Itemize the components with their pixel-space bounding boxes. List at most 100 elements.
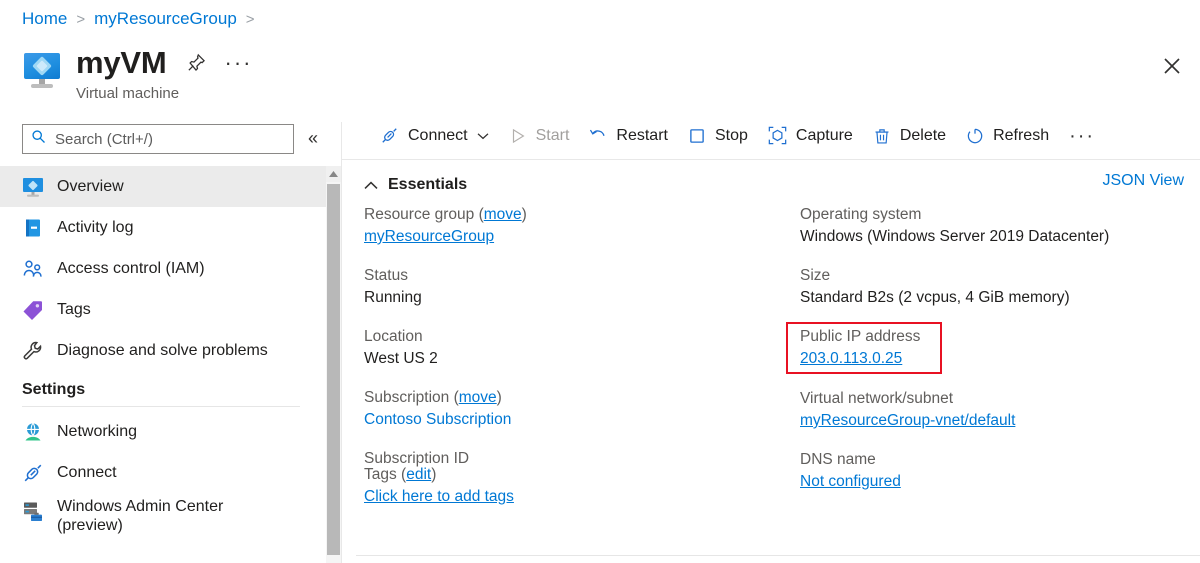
field-value: Standard B2s (2 vcpus, 4 GiB memory)	[800, 286, 1200, 309]
public-ip-link[interactable]: 203.0.113.0.25	[800, 350, 902, 367]
tags-label: Tags (edit)	[364, 464, 784, 485]
sidebar-section-divider	[22, 406, 300, 407]
dns-name-link[interactable]: Not configured	[800, 473, 901, 490]
essentials-toggle[interactable]: Essentials	[364, 176, 467, 194]
field-value: Windows (Windows Server 2019 Datacenter)	[800, 225, 1200, 248]
pin-icon[interactable]	[185, 52, 207, 74]
monitor-icon	[22, 176, 44, 198]
breadcrumb-item-home[interactable]: Home	[22, 9, 67, 29]
sidebar-item-activity-log[interactable]: Activity log	[0, 207, 326, 248]
chevron-up-icon	[364, 181, 378, 190]
field-label: Subscription (move)	[364, 387, 784, 408]
scrollbar-thumb[interactable]	[327, 184, 340, 555]
field-value: West US 2	[364, 347, 784, 370]
field-value: myResourceGroup-vnet/default	[800, 409, 1200, 432]
sidebar-item-label: Windows Admin Center (preview)	[57, 497, 262, 535]
chevron-down-icon[interactable]	[477, 132, 489, 140]
breadcrumb-item-resource-group[interactable]: myResourceGroup	[94, 9, 237, 29]
plug-icon	[380, 126, 399, 145]
scroll-up-arrow-icon[interactable]	[326, 166, 341, 182]
close-icon[interactable]	[1156, 50, 1188, 82]
subscription-link[interactable]: Contoso Subscription	[364, 411, 511, 428]
field-value: Running	[364, 286, 784, 309]
command-toolbar: Connect Start	[342, 112, 1200, 160]
field-subscription: Subscription (move) Contoso Subscription	[364, 387, 784, 431]
sidebar-item-access-control[interactable]: Access control (IAM)	[0, 248, 326, 289]
sidebar-item-windows-admin-center[interactable]: Windows Admin Center (preview)	[0, 493, 326, 545]
azure-portal-vm-overview: Home > myResourceGroup > myVM ···	[0, 0, 1200, 563]
delete-button[interactable]: Delete	[863, 120, 956, 152]
resource-group-link[interactable]: myResourceGroup	[364, 228, 494, 245]
sidebar-section-heading-settings: Settings	[22, 381, 326, 399]
sidebar-item-diagnose[interactable]: Diagnose and solve problems	[0, 330, 326, 371]
field-virtual-network-subnet: Virtual network/subnet myResourceGroup-v…	[800, 388, 1200, 432]
server-toolbox-icon	[22, 500, 44, 522]
breadcrumb-separator-1: >	[76, 11, 85, 28]
field-resource-group: Resource group (move) myResourceGroup	[364, 204, 784, 248]
add-tags-link[interactable]: Click here to add tags	[364, 488, 514, 505]
refresh-button[interactable]: Refresh	[956, 120, 1059, 152]
field-status: Status Running	[364, 265, 784, 309]
people-icon	[22, 258, 44, 280]
page-subtitle: Virtual machine	[76, 85, 253, 102]
more-options-icon[interactable]: ···	[225, 56, 253, 70]
breadcrumb-separator-2: >	[246, 11, 255, 28]
move-link[interactable]: move	[484, 206, 522, 223]
sidebar-item-connect[interactable]: Connect	[0, 452, 326, 493]
toolbar-overflow-button[interactable]: ···	[1059, 130, 1105, 142]
sidebar-item-networking[interactable]: Networking	[0, 411, 326, 452]
capture-button[interactable]: Capture	[758, 120, 863, 152]
search-box[interactable]	[22, 124, 294, 154]
essentials-left-column: Resource group (move) myResourceGroup St…	[364, 204, 784, 490]
field-size: Size Standard B2s (2 vcpus, 4 GiB memory…	[800, 265, 1200, 309]
tags-edit-link[interactable]: edit	[406, 466, 431, 483]
page-title: myVM	[76, 46, 167, 80]
toolbar-button-label: Connect	[408, 127, 468, 145]
restart-icon	[589, 127, 607, 145]
tags-block: Tags (edit) Click here to add tags	[364, 464, 784, 508]
vnet-subnet-link[interactable]: myResourceGroup-vnet/default	[800, 412, 1015, 429]
stop-button[interactable]: Stop	[678, 120, 758, 152]
collapse-sidebar-button[interactable]: «	[308, 128, 318, 148]
sidebar-item-label: Networking	[57, 422, 137, 441]
sidebar-scrollbar[interactable]	[326, 166, 341, 563]
field-public-ip-address: Public IP address 203.0.113.0.25	[800, 326, 1200, 370]
start-button[interactable]: Start	[499, 120, 580, 152]
field-label: Status	[364, 265, 784, 286]
main-content: Connect Start	[342, 112, 1200, 563]
field-label: Location	[364, 326, 784, 347]
plug-icon	[22, 462, 44, 484]
field-location: Location West US 2	[364, 326, 784, 370]
field-value: 203.0.113.0.25	[800, 347, 1200, 370]
essentials-right-column: Operating system Windows (Windows Server…	[800, 204, 1200, 510]
search-input[interactable]	[53, 130, 285, 149]
connect-button[interactable]: Connect	[370, 120, 499, 152]
sidebar-item-label: Diagnose and solve problems	[57, 341, 268, 360]
tags-value: Click here to add tags	[364, 485, 784, 508]
globe-icon	[22, 421, 44, 443]
toolbar-button-label: Start	[536, 127, 570, 145]
field-label: Resource group (move)	[364, 204, 784, 225]
sidebar-item-label: Tags	[57, 300, 91, 319]
restart-button[interactable]: Restart	[579, 120, 678, 152]
sidebar-item-overview[interactable]: Overview	[0, 166, 326, 207]
field-value: myResourceGroup	[364, 225, 784, 248]
wrench-icon	[22, 340, 44, 362]
toolbar-button-label: Refresh	[993, 127, 1049, 145]
field-label: Operating system	[800, 204, 1200, 225]
field-value: Not configured	[800, 470, 1200, 493]
tag-icon	[22, 299, 44, 321]
refresh-icon	[966, 127, 984, 145]
move-link[interactable]: move	[459, 389, 497, 406]
sidebar: « Overview	[0, 122, 341, 563]
play-icon	[509, 127, 527, 145]
sidebar-item-label: Overview	[57, 177, 124, 196]
capture-icon	[768, 126, 787, 145]
field-label: Virtual network/subnet	[800, 388, 1200, 409]
field-label: DNS name	[800, 449, 1200, 470]
sidebar-item-label: Activity log	[57, 218, 133, 237]
sidebar-item-tags[interactable]: Tags	[0, 289, 326, 330]
json-view-link[interactable]: JSON View	[1102, 172, 1184, 190]
toolbar-button-label: Delete	[900, 127, 946, 145]
search-icon	[31, 129, 46, 149]
